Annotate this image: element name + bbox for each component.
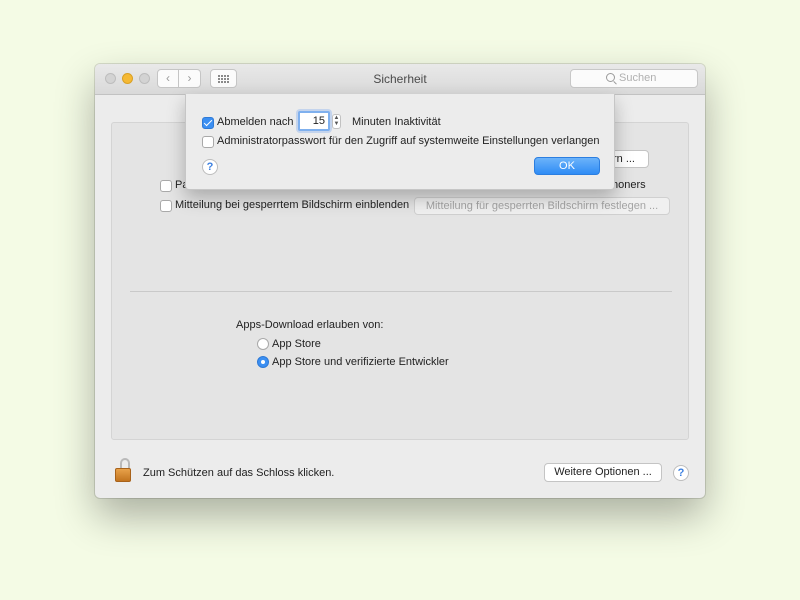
lock-message-button[interactable]: Mitteilung für gesperrten Bildschirm fes… <box>414 197 670 215</box>
radio-app-store-label: App Store <box>272 338 321 350</box>
minutes-stepper[interactable]: ▲ ▼ <box>332 114 341 129</box>
search-placeholder: Suchen <box>619 72 657 84</box>
more-options-button[interactable]: Weitere Optionen ... <box>544 463 662 482</box>
search-icon <box>606 73 615 82</box>
sheet-help-button[interactable]: ? <box>202 159 218 175</box>
admin-password-label: Administratorpasswort für den Zugriff au… <box>217 135 600 147</box>
ok-button[interactable]: OK <box>534 157 600 175</box>
logout-minutes-input[interactable]: 15 <box>298 111 330 131</box>
lock-message-label: Mitteilung bei gesperrtem Bildschirm ein… <box>175 199 410 211</box>
logout-after-label: Abmelden nach <box>217 116 294 128</box>
radio-app-store-verified[interactable] <box>257 356 269 368</box>
search-field[interactable]: Suchen <box>570 69 698 88</box>
lock-icon[interactable] <box>115 458 131 482</box>
radio-app-store[interactable] <box>257 338 269 350</box>
title-bar: ‹ › Sicherheit Suchen <box>95 64 705 95</box>
advanced-options-sheet: Abmelden nach 15 ▲ ▼ Minuten Inaktivität … <box>185 94 615 190</box>
radio-app-store-verified-label: App Store und verifizierte Entwickler <box>272 356 449 368</box>
admin-password-checkbox[interactable] <box>202 136 214 148</box>
logout-suffix-label: Minuten Inaktivität <box>352 116 441 128</box>
apps-download-label: Apps-Download erlauben von: <box>236 319 384 331</box>
partial-option-text: honers <box>612 179 646 191</box>
lock-message-checkbox[interactable] <box>160 200 172 212</box>
require-password-checkbox[interactable] <box>160 180 172 192</box>
chevron-down-icon: ▼ <box>333 121 340 127</box>
section-divider <box>130 291 672 292</box>
lock-instruction-text: Zum Schützen auf das Schloss klicken. <box>143 467 335 479</box>
help-button[interactable]: ? <box>673 465 689 481</box>
logout-after-checkbox[interactable] <box>202 117 214 129</box>
